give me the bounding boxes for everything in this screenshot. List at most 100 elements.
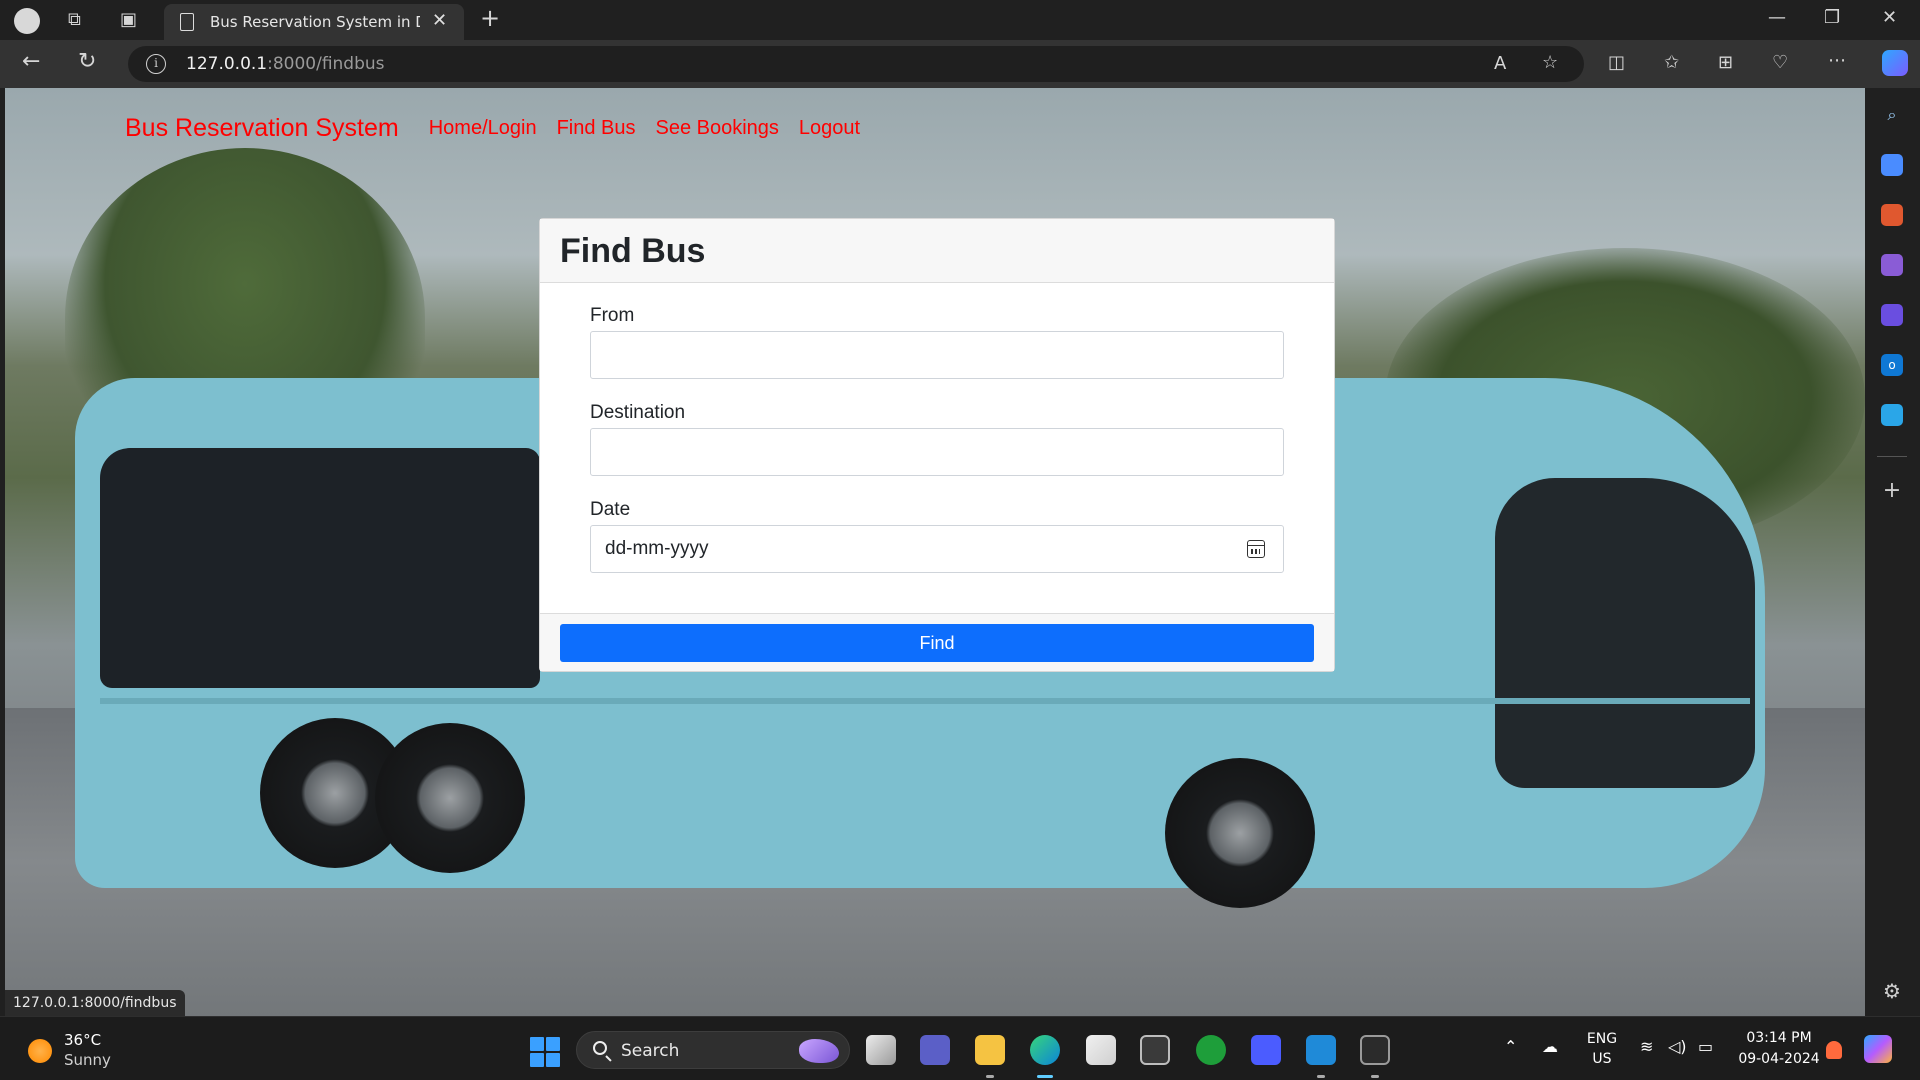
notification-bell-icon[interactable] <box>1826 1041 1842 1059</box>
page-icon <box>180 13 194 31</box>
split-screen-icon[interactable]: ◫ <box>1608 53 1625 73</box>
language-code[interactable]: ENG <box>1582 1031 1622 1047</box>
add-icon[interactable]: + <box>1881 480 1903 502</box>
browser-titlebar: ⧉ ▣ Bus Reservation System in Djang ✕ + … <box>0 0 1920 40</box>
sidebar-divider <box>1877 456 1907 457</box>
link-status-bar: 127.0.0.1:8000/findbus <box>5 990 185 1016</box>
games-icon[interactable] <box>1881 254 1903 276</box>
more-menu-icon[interactable]: ⋯ <box>1828 51 1846 71</box>
find-bus-card: Find Bus From Destination Date dd-mm-yyy… <box>539 218 1335 672</box>
new-tab-icon[interactable]: + <box>480 6 500 30</box>
close-window-icon[interactable]: ✕ <box>1882 8 1897 28</box>
search-highlight-icon <box>799 1039 839 1063</box>
edge-icon[interactable] <box>1030 1035 1060 1065</box>
copilot-sidebar-icon[interactable] <box>1881 304 1903 326</box>
tab-title: Bus Reservation System in Djang <box>210 13 420 31</box>
nav-find-bus[interactable]: Find Bus <box>557 117 636 140</box>
xbox-icon[interactable] <box>1196 1035 1226 1065</box>
copilot-icon[interactable] <box>1882 50 1908 76</box>
favorites-icon[interactable]: ✩ <box>1664 53 1679 73</box>
site-info-icon[interactable]: i <box>146 54 166 74</box>
search-icon <box>593 1041 607 1055</box>
outlook-icon[interactable]: o <box>1881 354 1903 376</box>
volume-icon[interactable]: ◁) <box>1668 1037 1687 1056</box>
m-app-icon[interactable] <box>1251 1035 1281 1065</box>
refresh-icon[interactable]: ↻ <box>78 51 96 73</box>
nav-see-bookings[interactable]: See Bookings <box>656 117 779 140</box>
minimize-icon[interactable]: — <box>1768 8 1786 28</box>
background-bus-wheel <box>1165 758 1315 908</box>
from-label: From <box>590 305 635 326</box>
app-running-indicator <box>1371 1075 1379 1078</box>
card-title: Find Bus <box>560 232 706 270</box>
card-header: Find Bus <box>540 219 1334 283</box>
nav-home-login[interactable]: Home/Login <box>429 117 537 140</box>
clock-date[interactable]: 09-04-2024 <box>1732 1051 1826 1067</box>
region-code[interactable]: US <box>1582 1051 1622 1067</box>
from-group: From <box>590 301 1284 379</box>
calendar-icon[interactable] <box>1247 540 1265 558</box>
tray-chevron-icon[interactable]: ⌃ <box>1504 1037 1517 1056</box>
workspaces-icon[interactable]: ⧉ <box>68 10 81 30</box>
copilot-taskbar-icon[interactable] <box>1864 1035 1892 1063</box>
file-explorer-icon[interactable] <box>975 1035 1005 1065</box>
back-icon[interactable]: ← <box>22 51 40 73</box>
background-bus-wheel <box>375 723 525 873</box>
date-label: Date <box>590 499 631 520</box>
tools-icon[interactable] <box>1881 204 1903 226</box>
app-active-indicator <box>1037 1075 1053 1078</box>
profile-icon[interactable] <box>14 8 40 34</box>
restore-icon[interactable]: ❐ <box>1824 8 1840 28</box>
date-group: Date dd-mm-yyyy <box>590 495 1284 573</box>
send-icon[interactable] <box>1881 404 1903 426</box>
nav-logout[interactable]: Logout <box>799 117 860 140</box>
taskbar-search-label: Search <box>621 1041 680 1061</box>
site-brand[interactable]: Bus Reservation System <box>125 114 399 143</box>
app-running-indicator <box>1317 1075 1325 1078</box>
background-bus-windows <box>100 448 540 688</box>
unity-hub-icon[interactable] <box>1140 1035 1170 1065</box>
wifi-icon[interactable]: ≋ <box>1640 1037 1653 1056</box>
background-bus-windshield <box>1495 478 1755 788</box>
windows-taskbar: 36°C Sunny Search ⌃ ☁ ENG US ≋ ◁) ▭ 03:1… <box>0 1016 1920 1080</box>
microsoft-store-icon[interactable] <box>1086 1035 1116 1065</box>
teams-icon[interactable] <box>920 1035 950 1065</box>
weather-sun-icon[interactable] <box>28 1039 52 1063</box>
edge-sidebar: ⌕ o + ⚙ <box>1865 88 1920 1016</box>
date-placeholder: dd-mm-yyyy <box>605 538 709 559</box>
weather-description[interactable]: Sunny <box>64 1051 111 1069</box>
app-running-indicator <box>986 1075 994 1078</box>
from-input[interactable] <box>590 331 1284 379</box>
browser-tab[interactable]: Bus Reservation System in Djang ✕ <box>164 4 464 40</box>
taskbar-search[interactable]: Search <box>576 1031 850 1069</box>
settings-gear-icon[interactable]: ⚙ <box>1881 980 1903 1002</box>
destination-label: Destination <box>590 402 686 423</box>
destination-input[interactable] <box>590 428 1284 476</box>
address-bar[interactable]: i 127.0.0.1:8000/findbus A ☆ <box>128 46 1584 82</box>
card-footer: Find <box>540 613 1334 671</box>
site-navbar: Bus Reservation System Home/Login Find B… <box>125 108 880 148</box>
date-input[interactable]: dd-mm-yyyy <box>590 525 1284 573</box>
close-tab-icon[interactable]: ✕ <box>432 10 447 31</box>
battery-icon[interactable]: ▭ <box>1698 1037 1713 1056</box>
find-button[interactable]: Find <box>560 624 1314 662</box>
destination-group: Destination <box>590 398 1284 476</box>
weather-temperature[interactable]: 36°C <box>64 1031 101 1049</box>
onedrive-icon[interactable]: ☁ <box>1542 1037 1558 1056</box>
shopping-tag-icon[interactable] <box>1881 154 1903 176</box>
background-bus-stripe <box>100 698 1750 704</box>
read-aloud-icon[interactable]: A <box>1494 54 1506 74</box>
browser-essentials-icon[interactable]: ♡ <box>1772 53 1788 73</box>
favorite-star-icon[interactable]: ☆ <box>1542 53 1558 73</box>
clock-time[interactable]: 03:14 PM <box>1732 1030 1826 1046</box>
address-toolbar: ← ↻ i 127.0.0.1:8000/findbus A ☆ ◫ ✩ ⊞ ♡… <box>0 40 1920 88</box>
task-view-icon[interactable] <box>866 1035 896 1065</box>
terminal-icon[interactable] <box>1360 1035 1390 1065</box>
vertical-tabs-icon[interactable]: ▣ <box>120 10 137 30</box>
search-icon[interactable]: ⌕ <box>1881 104 1903 126</box>
windows-start-icon[interactable] <box>530 1037 560 1067</box>
vscode-icon[interactable] <box>1306 1035 1336 1065</box>
collections-icon[interactable]: ⊞ <box>1718 53 1733 73</box>
page-viewport: Bus Reservation System Home/Login Find B… <box>5 88 1865 1016</box>
url-text[interactable]: 127.0.0.1:8000/findbus <box>186 54 385 74</box>
